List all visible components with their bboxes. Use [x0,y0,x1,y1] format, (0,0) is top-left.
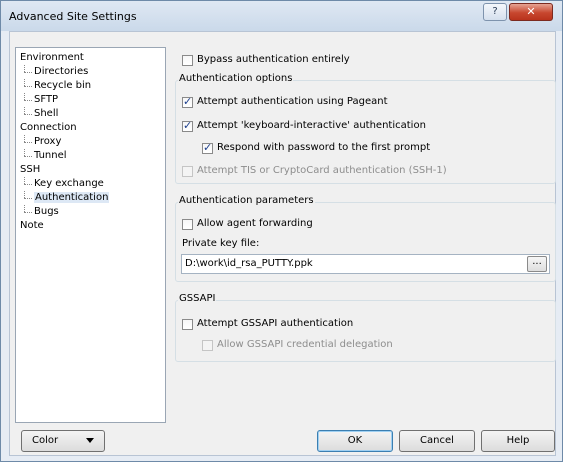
tis-label: Attempt TIS or CryptoCard authentication… [197,165,447,176]
settings-tree[interactable]: Environment Directories Recycle bin SFTP… [15,47,166,423]
tree-item-sftp[interactable]: SFTP [23,93,58,107]
tree-item-ssh[interactable]: SSH [20,163,40,177]
tree-item-environment[interactable]: Environment [20,51,84,65]
title-bar[interactable]: Advanced Site Settings ? ✕ [1,1,562,31]
tree-item-directories[interactable]: Directories [23,65,88,79]
tree-item-proxy[interactable]: Proxy [23,135,61,149]
help-icon[interactable]: ? [483,3,507,21]
tree-item-bugs[interactable]: Bugs [24,205,59,219]
tree-item-tunnel[interactable]: Tunnel [24,149,67,163]
auth-options-title: Authentication options [178,72,294,86]
chevron-down-icon [86,438,94,443]
gssapi-delegation-checkbox[interactable] [202,340,213,351]
tree-item-note[interactable]: Note [20,219,44,233]
gssapi-checkbox[interactable] [182,319,193,330]
keyboard-interactive-checkbox[interactable] [182,119,193,132]
close-icon[interactable]: ✕ [509,3,553,21]
bypass-auth-label: Bypass authentication entirely [197,54,350,65]
tree-item-key-exchange[interactable]: Key exchange [24,177,104,191]
tree-item-authentication[interactable]: Authentication [23,191,110,205]
pageant-label: Attempt authentication using Pageant [197,96,388,107]
tree-item-recycle-bin[interactable]: Recycle bin [23,79,91,93]
gssapi-group [175,300,556,362]
cancel-button[interactable]: Cancel [399,430,475,452]
gssapi-label: Attempt GSSAPI authentication [197,318,354,329]
private-key-label: Private key file: [182,238,260,249]
tree-item-connection[interactable]: Connection [20,121,77,135]
agent-forwarding-label: Allow agent forwarding [197,218,313,229]
window-title: Advanced Site Settings [9,10,137,23]
tis-checkbox[interactable] [182,166,193,177]
private-key-input[interactable]: D:\work\id_rsa_PUTTY.ppk [181,254,550,274]
browse-button[interactable]: ... [527,256,547,272]
help-button[interactable]: Help [481,430,555,452]
respond-password-checkbox[interactable] [202,141,213,154]
auth-params-title: Authentication parameters [178,194,315,208]
keyboard-interactive-label: Attempt 'keyboard-interactive' authentic… [197,120,426,131]
gssapi-title: GSSAPI [178,292,217,306]
gssapi-delegation-label: Allow GSSAPI credential delegation [217,339,393,350]
respond-password-label: Respond with password to the first promp… [217,142,431,153]
ok-button[interactable]: OK [317,430,393,452]
color-button[interactable]: Color [21,430,105,452]
bypass-auth-checkbox[interactable] [182,55,193,66]
tree-item-shell[interactable]: Shell [23,107,58,121]
private-key-value: D:\work\id_rsa_PUTTY.ppk [185,258,313,269]
agent-forwarding-checkbox[interactable] [182,219,193,230]
pageant-checkbox[interactable] [182,95,193,108]
advanced-site-settings-window: Advanced Site Settings ? ✕ Environment D… [0,0,563,462]
